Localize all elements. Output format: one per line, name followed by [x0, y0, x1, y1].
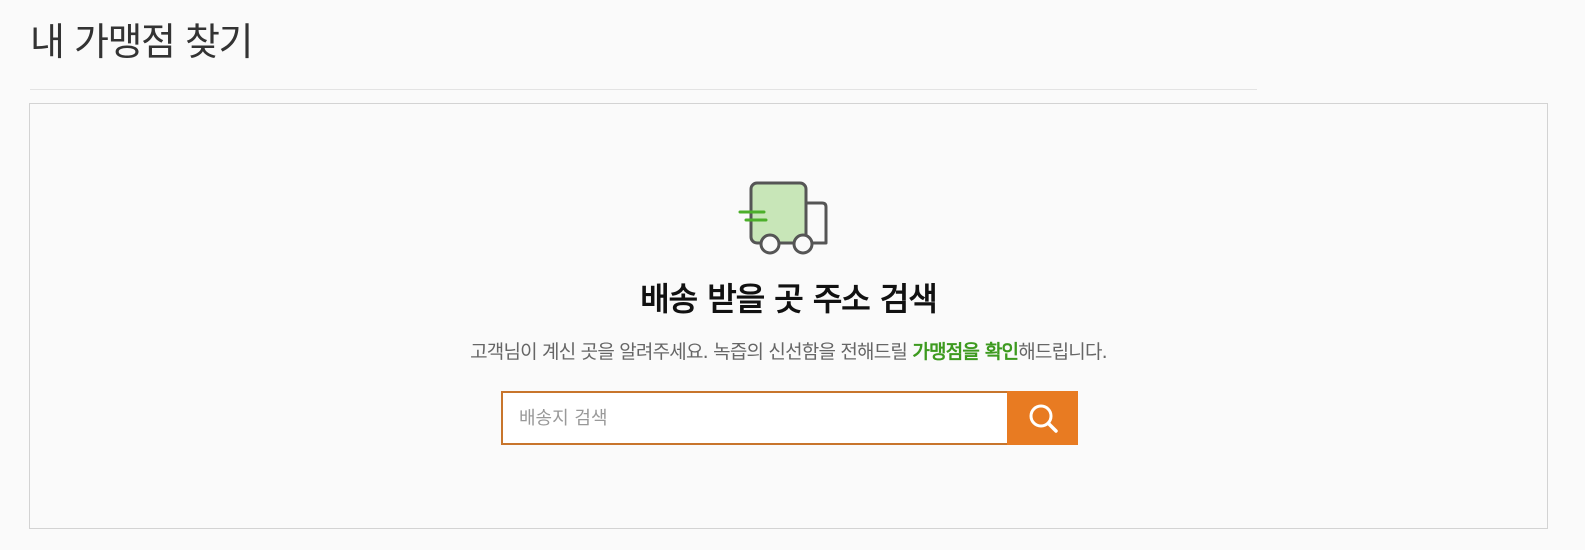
- search-icon: [1029, 404, 1058, 433]
- address-search-input[interactable]: [501, 391, 1007, 445]
- address-search-panel: 배송 받을 곳 주소 검색 고객님이 계신 곳을 알려주세요. 녹즙의 신선함을…: [29, 103, 1548, 529]
- panel-description: 고객님이 계신 곳을 알려주세요. 녹즙의 신선함을 전해드릴 가맹점을 확인해…: [30, 338, 1547, 366]
- address-search-box: [501, 391, 1078, 445]
- description-highlight: 가맹점을 확인: [912, 341, 1019, 363]
- description-suffix: 해드립니다.: [1018, 341, 1107, 363]
- panel-heading: 배송 받을 곳 주소 검색: [640, 280, 938, 318]
- address-search-button[interactable]: [1007, 391, 1078, 445]
- page-title: 내 가맹점 찾기: [30, 20, 253, 64]
- description-prefix: 고객님이 계신 곳을 알려주세요. 녹즙의 신선함을 전해드릴: [470, 341, 913, 363]
- delivery-truck-icon: [738, 181, 828, 255]
- title-divider: [30, 89, 1257, 90]
